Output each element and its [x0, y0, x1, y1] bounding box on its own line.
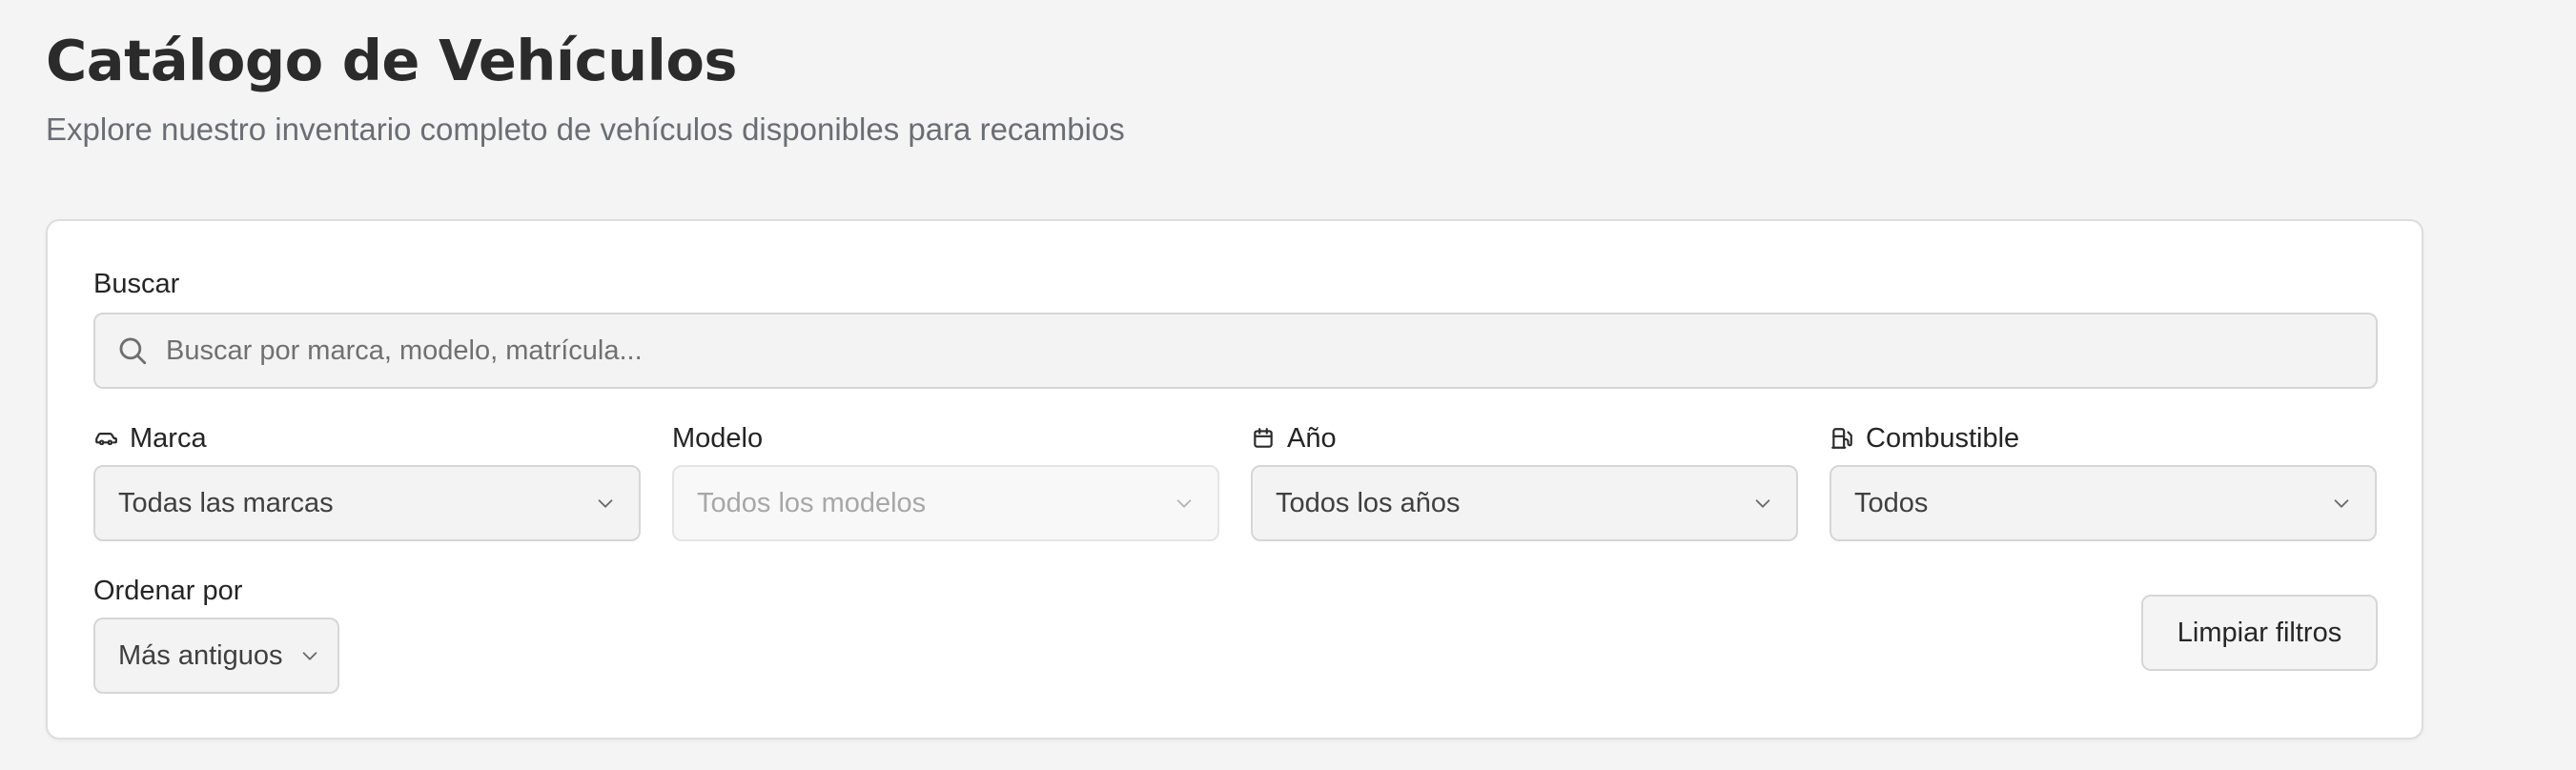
brand-label-text: Marca — [130, 423, 207, 454]
fuel-label-text: Combustible — [1866, 423, 2020, 454]
year-label-text: Año — [1287, 423, 1337, 454]
clear-filters-button[interactable]: Limpiar filtros — [2141, 595, 2378, 671]
sort-select[interactable]: Más antiguos — [93, 618, 339, 694]
search-icon — [116, 334, 149, 367]
sort-label-text: Ordenar por — [93, 576, 243, 606]
chevron-down-icon — [2331, 493, 2352, 514]
year-select-value: Todos los años — [1276, 487, 1461, 518]
model-label-text: Modelo — [672, 423, 764, 454]
brand-select-value: Todas las marcas — [118, 487, 334, 518]
search-label: Buscar — [93, 267, 179, 301]
search-label-text: Buscar — [93, 269, 180, 299]
brand-select[interactable]: Todas las marcas — [93, 465, 641, 541]
year-label: Año — [1251, 421, 1337, 456]
page-header: Catálogo de Vehículos Explore nuestro in… — [46, 21, 1125, 149]
chevron-down-icon — [1174, 493, 1195, 514]
search-field[interactable] — [93, 313, 2378, 389]
chevron-down-icon — [595, 493, 616, 514]
page-title: Catálogo de Vehículos — [46, 28, 738, 93]
model-label: Modelo — [672, 421, 763, 456]
calendar-icon — [1251, 426, 1276, 451]
fuel-select-value: Todos — [1854, 487, 1929, 518]
search-input[interactable] — [166, 314, 2376, 387]
model-select-value: Todos los modelos — [697, 487, 927, 518]
year-select[interactable]: Todos los años — [1251, 465, 1798, 541]
fuel-label: Combustible — [1830, 421, 2019, 456]
brand-label: Marca — [93, 421, 207, 456]
sort-label: Ordenar por — [93, 574, 242, 608]
fuel-pump-icon — [1830, 426, 1854, 451]
sort-select-value: Más antiguos — [118, 639, 283, 671]
car-icon — [93, 426, 118, 451]
model-select[interactable]: Todos los modelos — [672, 465, 1219, 541]
filter-panel: Buscar Marca Todas las marcas — [46, 219, 2423, 740]
chevron-down-icon — [1752, 493, 1773, 514]
page-subtitle: Explore nuestro inventario completo de v… — [46, 111, 1125, 147]
chevron-down-icon — [299, 645, 320, 666]
fuel-select[interactable]: Todos — [1830, 465, 2377, 541]
